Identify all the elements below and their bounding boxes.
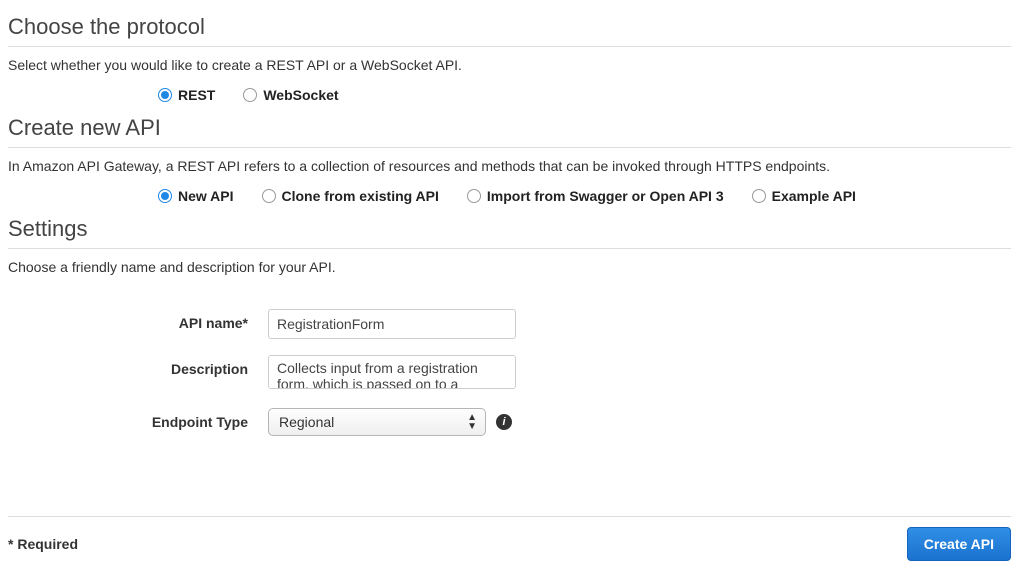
- api-name-input[interactable]: [268, 309, 516, 339]
- api-name-label: API name*: [8, 309, 268, 331]
- protocol-radio-rest[interactable]: REST: [158, 87, 215, 103]
- form-row-endpoint-type: Endpoint Type Regional ▲▼ i: [8, 408, 1011, 436]
- protocol-section-desc: Select whether you would like to create …: [8, 57, 1011, 73]
- radio-icon: [158, 189, 172, 203]
- create-api-radio-import[interactable]: Import from Swagger or Open API 3: [467, 188, 724, 204]
- radio-icon: [467, 189, 481, 203]
- radio-icon: [752, 189, 766, 203]
- endpoint-type-value: Regional: [279, 414, 334, 430]
- radio-label: Example API: [772, 188, 856, 204]
- protocol-radio-group: REST WebSocket: [158, 87, 1011, 103]
- divider: [8, 147, 1011, 148]
- settings-section-title: Settings: [8, 216, 1011, 242]
- settings-section-desc: Choose a friendly name and description f…: [8, 259, 1011, 275]
- description-label: Description: [8, 355, 268, 377]
- endpoint-type-select[interactable]: Regional ▲▼: [268, 408, 486, 436]
- create-api-section-desc: In Amazon API Gateway, a REST API refers…: [8, 158, 1011, 174]
- create-api-button[interactable]: Create API: [907, 527, 1011, 561]
- radio-icon: [243, 88, 257, 102]
- description-textarea[interactable]: [268, 355, 516, 389]
- radio-label: New API: [178, 188, 234, 204]
- create-api-section-title: Create new API: [8, 115, 1011, 141]
- radio-icon: [262, 189, 276, 203]
- footer-bar: * Required Create API: [8, 527, 1011, 561]
- info-icon[interactable]: i: [496, 414, 512, 430]
- endpoint-type-label: Endpoint Type: [8, 408, 268, 430]
- required-note: * Required: [8, 536, 78, 552]
- create-api-radio-new[interactable]: New API: [158, 188, 234, 204]
- protocol-section-title: Choose the protocol: [8, 14, 1011, 40]
- create-api-radio-clone[interactable]: Clone from existing API: [262, 188, 439, 204]
- radio-label: Import from Swagger or Open API 3: [487, 188, 724, 204]
- protocol-radio-websocket[interactable]: WebSocket: [243, 87, 338, 103]
- create-api-radio-example[interactable]: Example API: [752, 188, 856, 204]
- radio-label: Clone from existing API: [282, 188, 439, 204]
- create-api-radio-group: New API Clone from existing API Import f…: [158, 188, 1011, 204]
- form-row-description: Description: [8, 355, 1011, 392]
- form-row-api-name: API name*: [8, 309, 1011, 339]
- radio-icon: [158, 88, 172, 102]
- divider: [8, 516, 1011, 517]
- radio-label: WebSocket: [263, 87, 338, 103]
- divider: [8, 248, 1011, 249]
- radio-label: REST: [178, 87, 215, 103]
- divider: [8, 46, 1011, 47]
- chevron-up-down-icon: ▲▼: [467, 413, 477, 431]
